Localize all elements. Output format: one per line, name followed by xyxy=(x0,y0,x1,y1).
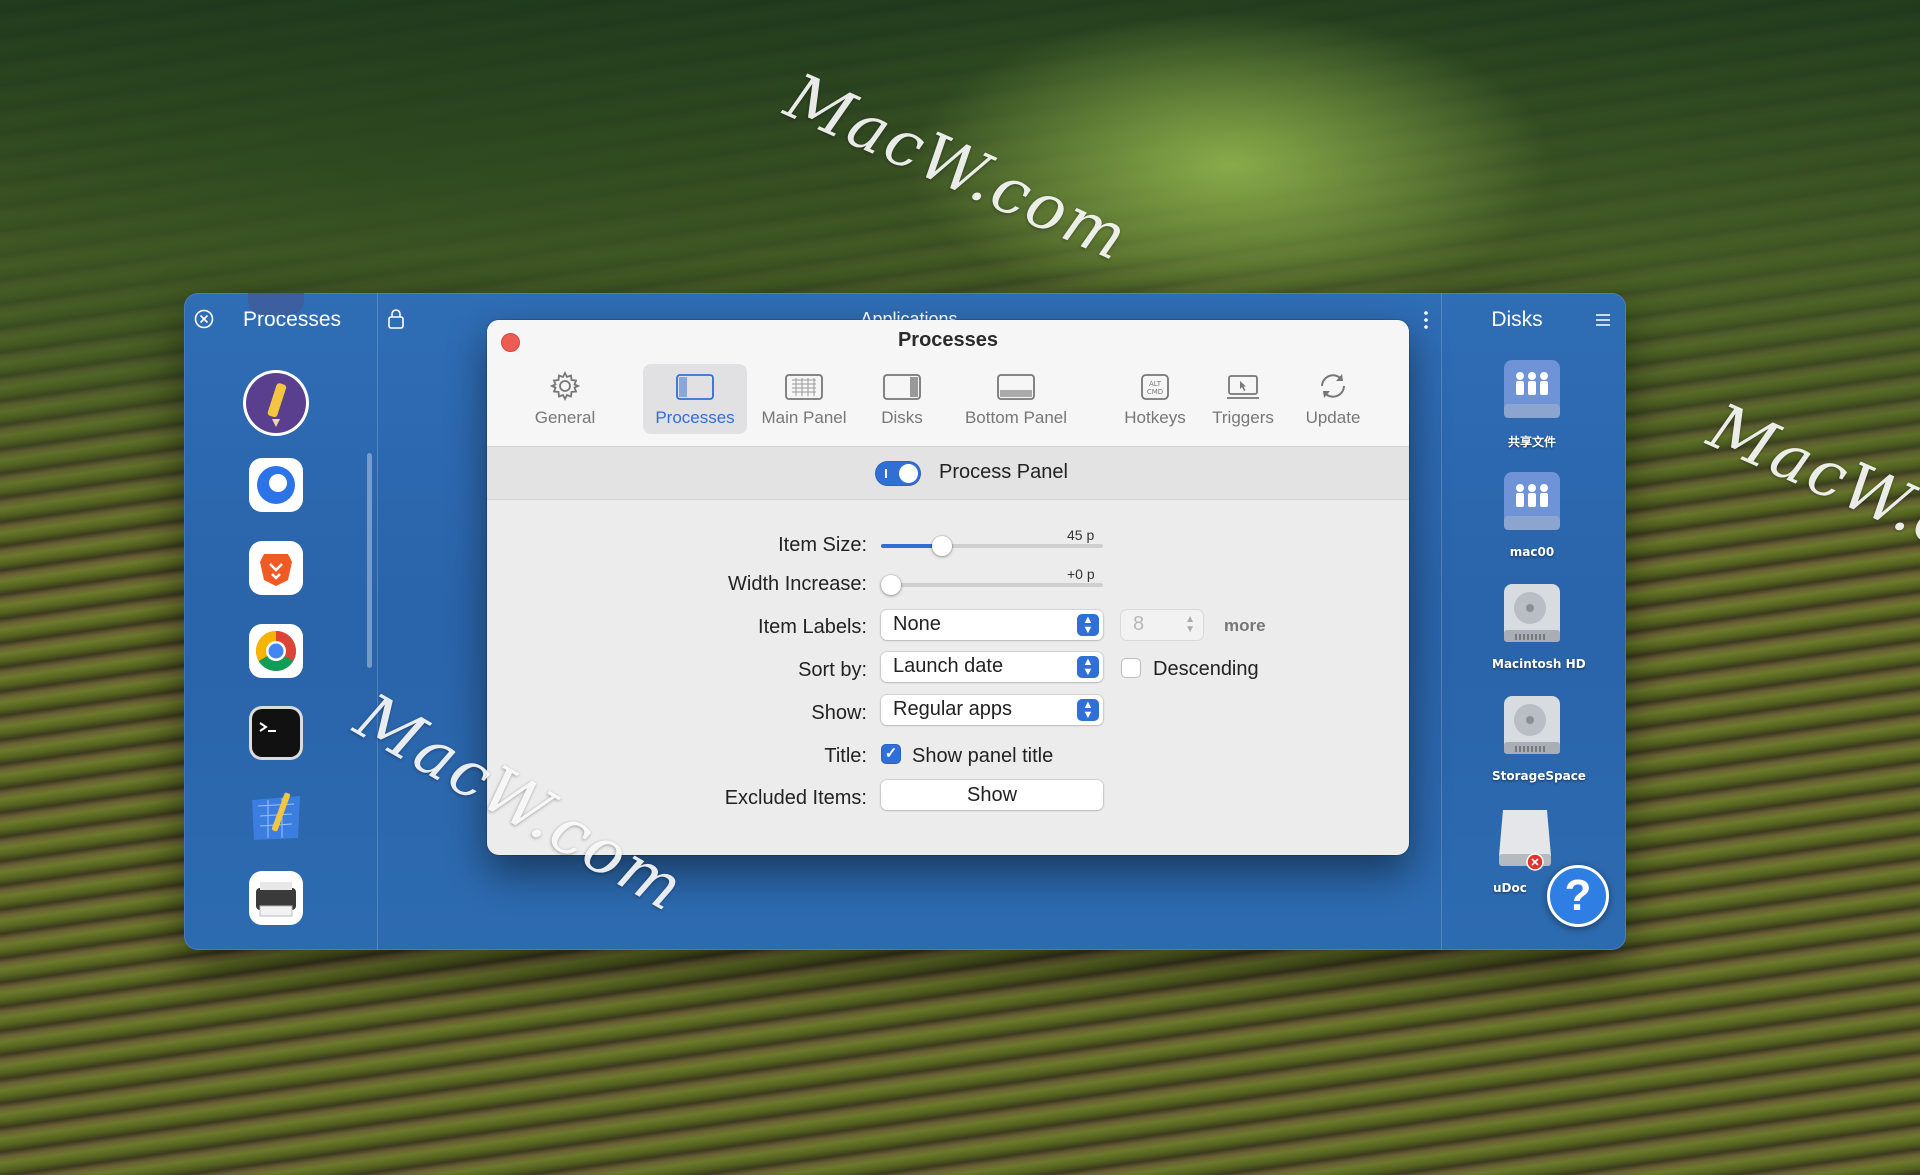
disk-item[interactable]: StorageSpace xyxy=(1492,694,1586,783)
app-icon-brave[interactable] xyxy=(242,534,310,602)
show-label: Show: xyxy=(811,702,867,724)
title-label: Title: xyxy=(824,745,867,767)
tab-processes[interactable]: Processes xyxy=(643,364,747,434)
close-panel-icon[interactable] xyxy=(194,309,214,329)
process-panel-band: Process Panel xyxy=(487,447,1409,500)
disk-label: 共享文件 xyxy=(1507,435,1556,449)
show-panel-title-label: Show panel title xyxy=(912,745,1054,767)
app-icon-blueprint[interactable] xyxy=(242,782,310,850)
update-icon xyxy=(1293,364,1373,402)
network-share-icon xyxy=(1504,360,1560,418)
descending-checkbox[interactable] xyxy=(1121,658,1141,678)
width-increase-slider[interactable] xyxy=(881,583,1103,587)
help-button[interactable]: ? xyxy=(1547,865,1609,927)
width-increase-label: Width Increase: xyxy=(728,573,867,595)
list-menu-icon[interactable] xyxy=(1594,312,1612,333)
hotkeys-icon: ALT CMD xyxy=(1115,364,1195,402)
disk-item[interactable]: Macintosh HD xyxy=(1492,582,1586,671)
process-panel-toggle[interactable] xyxy=(875,461,921,486)
sort-by-value: Launch date xyxy=(893,655,1004,677)
item-labels-value: None xyxy=(893,613,941,635)
item-labels-select[interactable]: None ▲ ▼ xyxy=(881,610,1103,640)
processes-column: Processes xyxy=(184,293,378,950)
app-icon-terminal[interactable] xyxy=(242,699,310,767)
excluded-items-label: Excluded Items: xyxy=(724,787,867,809)
width-increase-value: +0 p xyxy=(1067,566,1095,582)
disks-title: Disks xyxy=(1491,308,1543,331)
chevron-updown-icon: ▲ ▼ xyxy=(1077,614,1099,636)
wallpaper-hill xyxy=(880,0,1580,300)
sort-by-select[interactable]: Launch date ▲ ▼ xyxy=(881,652,1103,682)
more-options-icon[interactable] xyxy=(1423,310,1429,335)
tab-hotkeys[interactable]: ALT CMD Hotkeys xyxy=(1115,364,1195,434)
excluded-items-show-button[interactable]: Show xyxy=(881,780,1103,810)
disk-label: Macintosh HD xyxy=(1492,657,1586,671)
network-share-icon xyxy=(1504,472,1560,530)
label-count-stepper[interactable]: 8 ▲ ▼ xyxy=(1121,610,1203,640)
tab-update[interactable]: Update xyxy=(1293,364,1373,434)
item-size-label: Item Size: xyxy=(778,534,867,556)
toggle-on-mark xyxy=(885,469,887,478)
stepper-arrows-icon: ▲ ▼ xyxy=(1185,614,1195,635)
tab-disks[interactable]: Disks xyxy=(867,364,937,434)
item-size-value: 45 p xyxy=(1067,527,1095,543)
toggle-knob xyxy=(899,464,918,483)
label-count-value: 8 xyxy=(1133,613,1145,635)
app-icon-blue-circle[interactable] xyxy=(242,451,310,519)
disk-item[interactable]: mac00 xyxy=(1492,470,1572,559)
disk-label: StorageSpace xyxy=(1492,769,1586,783)
dialog-title: Processes xyxy=(897,329,999,351)
triggers-icon xyxy=(1203,364,1283,402)
width-increase-slider-knob[interactable] xyxy=(881,575,901,595)
hard-drive-icon xyxy=(1504,584,1560,642)
tab-main-panel[interactable]: Main Panel xyxy=(755,364,853,434)
disks-panel-icon xyxy=(867,364,937,402)
preferences-dialog: Processes General Processes Main Panel D… xyxy=(487,320,1409,855)
app-icon-scanner[interactable] xyxy=(242,864,310,932)
processes-scrollbar[interactable] xyxy=(367,453,372,668)
more-button[interactable]: more xyxy=(1224,616,1266,636)
disk-label: mac00 xyxy=(1509,545,1555,559)
show-select[interactable]: Regular apps ▲ ▼ xyxy=(881,695,1103,725)
tab-general[interactable]: General xyxy=(525,364,605,434)
show-value: Regular apps xyxy=(893,698,1012,720)
item-size-slider-knob[interactable] xyxy=(932,536,952,556)
tab-triggers[interactable]: Triggers xyxy=(1203,364,1283,434)
chevron-updown-icon: ▲ ▼ xyxy=(1077,699,1099,721)
item-labels-label: Item Labels: xyxy=(758,616,867,638)
main-panel-icon xyxy=(755,364,853,402)
app-icon-partial[interactable] xyxy=(242,293,310,321)
hard-drive-icon xyxy=(1504,696,1560,754)
sort-by-label: Sort by: xyxy=(798,659,867,681)
app-icon-pencil-mascot[interactable] xyxy=(242,369,310,437)
svg-text:CMD: CMD xyxy=(1147,388,1163,396)
external-drive-icon xyxy=(1499,810,1551,871)
gear-icon xyxy=(525,364,605,402)
app-icon-chrome[interactable] xyxy=(242,617,310,685)
process-panel-label: Process Panel xyxy=(939,461,1068,483)
show-panel-title-checkbox[interactable]: ✓ xyxy=(881,744,901,764)
chevron-updown-icon: ▲ ▼ xyxy=(1077,656,1099,678)
svg-text:ALT: ALT xyxy=(1149,380,1162,388)
process-panel-icon xyxy=(643,364,747,402)
descending-label: Descending xyxy=(1153,658,1259,680)
bottom-panel-icon xyxy=(952,364,1080,402)
disk-item[interactable]: 共享文件 xyxy=(1492,358,1572,450)
tab-bottom-panel[interactable]: Bottom Panel xyxy=(952,364,1080,434)
disks-column: Disks 共享文件 mac00 Macintosh HD StorageSpa… xyxy=(1441,293,1626,950)
